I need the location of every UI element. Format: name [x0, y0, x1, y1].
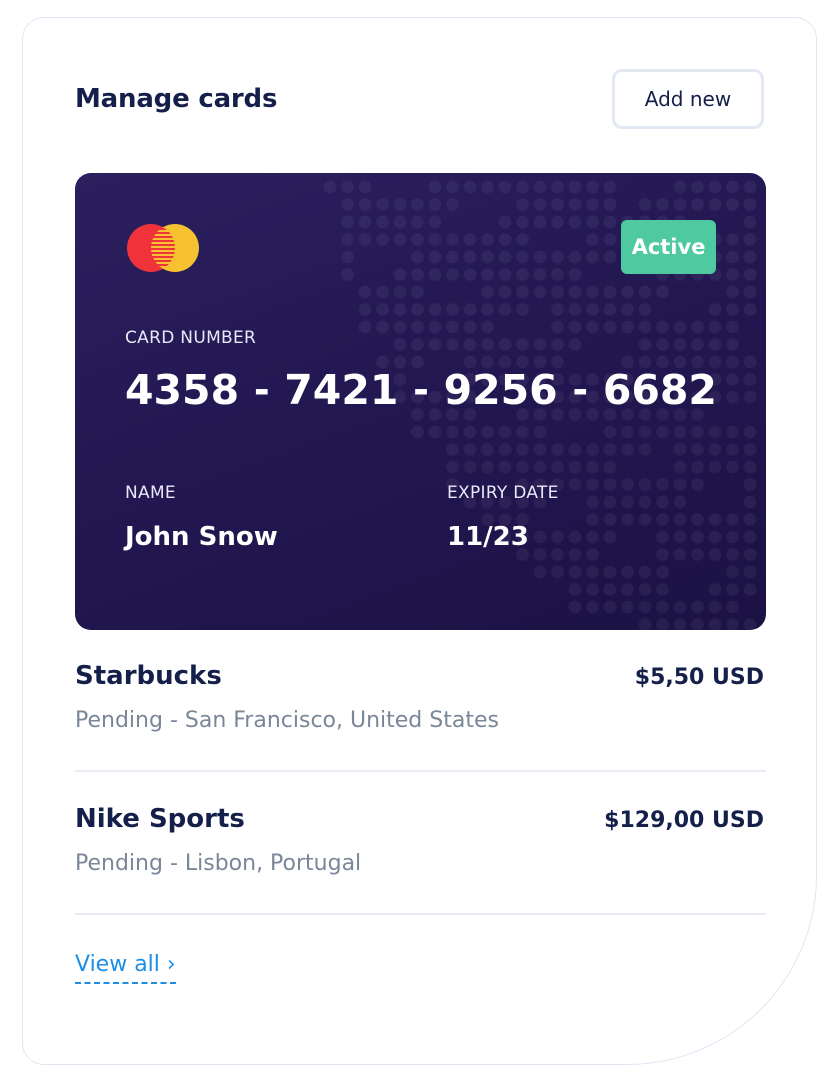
card-number-separator: -	[572, 368, 589, 412]
cardholder-name-label: NAME	[125, 483, 176, 503]
expiry-date: 11/23	[447, 522, 529, 552]
divider	[75, 770, 766, 772]
divider	[75, 913, 766, 915]
card-number: 4358 - 7421 - 9256 - 6682	[125, 366, 717, 414]
transaction-amount: $5,50 USD	[634, 665, 764, 690]
card-number-group-2: 7421	[284, 366, 399, 414]
add-new-button[interactable]: Add new	[612, 69, 764, 129]
manage-cards-panel: Manage cards Add new Active CARD NUMBER …	[22, 17, 817, 1065]
transaction-details: Pending - San Francisco, United States	[75, 708, 499, 733]
card-number-group-1: 4358	[125, 366, 240, 414]
view-all-link[interactable]: View all ›	[75, 950, 176, 984]
card-number-label: CARD NUMBER	[125, 328, 257, 348]
card-number-group-3: 9256	[443, 366, 558, 414]
card-number-separator: -	[413, 368, 429, 412]
card-number-group-4: 6682	[602, 366, 717, 414]
transaction-merchant: Starbucks	[75, 661, 222, 691]
credit-card[interactable]: Active CARD NUMBER 4358 - 7421 - 9256 - …	[75, 173, 766, 630]
status-badge: Active	[621, 220, 716, 274]
page-title: Manage cards	[75, 84, 278, 114]
cardholder-name: John Snow	[125, 522, 278, 552]
transaction-amount: $129,00 USD	[604, 808, 764, 833]
mastercard-logo-icon	[127, 224, 199, 272]
card-number-separator: -	[253, 368, 270, 412]
expiry-date-label: EXPIRY DATE	[447, 483, 559, 503]
transaction-details: Pending - Lisbon, Portugal	[75, 851, 362, 876]
transaction-merchant: Nike Sports	[75, 804, 245, 834]
